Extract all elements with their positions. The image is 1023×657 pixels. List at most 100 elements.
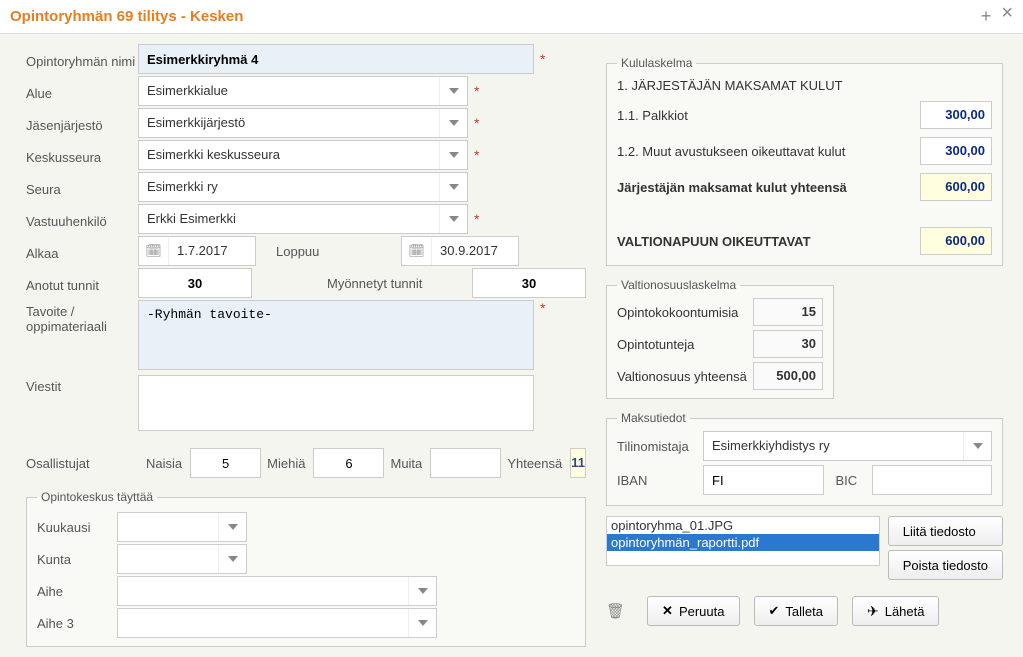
close-icon[interactable]	[1001, 6, 1013, 27]
responsible-dropdown[interactable]: Erkki Esimerkki	[138, 204, 468, 234]
save-label: Talleta	[785, 604, 823, 619]
account-owner-label: Tilinomistaja	[617, 439, 697, 454]
municipality-dropdown[interactable]	[117, 544, 247, 574]
other-eligible-label: 1.2. Muut avustukseen oikeuttavat kulut	[617, 144, 845, 159]
cancel-button[interactable]: Peruuta	[647, 596, 739, 626]
chevron-down-icon[interactable]	[218, 545, 246, 573]
required-mark: *	[474, 83, 479, 99]
central-assoc-label: Keskusseura	[26, 146, 138, 165]
chevron-down-icon[interactable]	[963, 432, 991, 460]
chevron-down-icon[interactable]	[439, 109, 467, 137]
state-aid-value: 600,00	[920, 227, 992, 255]
member-org-label: Jäsenjärjestö	[26, 114, 138, 133]
state-aid-label: VALTIONAPUUN OIKEUTTAVAT	[617, 234, 811, 249]
file-item[interactable]: opintoryhma_01.JPG	[607, 517, 879, 534]
meetings-label: Opintokokoontumisia	[617, 305, 738, 320]
central-assoc-value: Esimerkki keskusseura	[139, 141, 439, 169]
payment-legend: Maksutiedot	[617, 411, 690, 425]
requested-hours-input[interactable]	[138, 268, 252, 298]
chevron-down-icon[interactable]	[408, 577, 436, 605]
plane-icon	[867, 603, 879, 620]
chevron-down-icon[interactable]	[439, 205, 467, 233]
topic3-dropdown[interactable]	[117, 608, 437, 638]
central-assoc-dropdown[interactable]: Esimerkki keskusseura	[138, 140, 468, 170]
member-org-dropdown[interactable]: Esimerkkijärjestö	[138, 108, 468, 138]
org-total-label: Järjestäjän maksamat kulut yhteensä	[617, 180, 847, 195]
women-input[interactable]	[190, 448, 261, 478]
month-dropdown[interactable]	[117, 512, 247, 542]
other-input[interactable]	[430, 448, 501, 478]
group-name-label: Opintoryhmän nimi	[26, 50, 138, 69]
trash-icon[interactable]	[606, 602, 625, 620]
fees-value: 300,00	[920, 101, 992, 129]
topic3-label: Aihe 3	[37, 616, 117, 631]
fees-label: 1.1. Palkkiot	[617, 108, 688, 123]
bic-label: BIC	[836, 473, 866, 488]
topic-dropdown[interactable]	[117, 576, 437, 606]
state-share-total-value: 500,00	[753, 362, 823, 390]
check-icon	[769, 603, 780, 619]
chevron-down-icon[interactable]	[439, 173, 467, 201]
end-label: Loppuu	[256, 244, 401, 259]
other-eligible-value: 300,00	[920, 137, 992, 165]
cancel-label: Peruuta	[679, 604, 725, 619]
file-item[interactable]: opintoryhmän_raportti.pdf	[607, 534, 879, 551]
iban-input[interactable]	[703, 465, 824, 495]
state-share-legend: Valtionosuuslaskelma	[617, 278, 740, 292]
club-value: Esimerkki ry	[139, 173, 439, 201]
goal-textarea[interactable]	[138, 300, 534, 370]
costs-legend: Kululaskelma	[617, 56, 696, 70]
other-label: Muita	[390, 456, 422, 471]
responsible-value: Erkki Esimerkki	[139, 205, 439, 233]
file-list[interactable]: opintoryhma_01.JPG opintoryhmän_raportti…	[606, 516, 880, 566]
remove-file-button[interactable]: Poista tiedosto	[888, 550, 1003, 580]
start-date-picker[interactable]: 1.7.2017	[138, 236, 256, 266]
state-share-total-label: Valtionosuus yhteensä	[617, 369, 747, 384]
region-value: Esimerkkialue	[139, 77, 439, 105]
messages-textarea[interactable]	[138, 375, 534, 431]
men-input[interactable]	[313, 448, 384, 478]
month-label: Kuukausi	[37, 520, 117, 535]
required-mark: *	[540, 300, 545, 316]
end-date-picker[interactable]: 30.9.2017	[401, 236, 519, 266]
required-mark: *	[474, 211, 479, 227]
required-mark: *	[540, 51, 545, 67]
granted-hours-input[interactable]	[472, 268, 586, 298]
chevron-down-icon[interactable]	[439, 77, 467, 105]
chevron-down-icon[interactable]	[439, 141, 467, 169]
goal-label: Tavoite / oppimateriaali	[26, 300, 138, 334]
send-button[interactable]: Lähetä	[852, 596, 940, 626]
calendar-icon[interactable]	[139, 237, 169, 265]
hours-value: 30	[753, 330, 823, 358]
account-owner-value: Esimerkkiyhdistys ry	[704, 432, 963, 460]
maximize-icon[interactable]	[981, 6, 992, 27]
start-label: Alkaa	[26, 242, 138, 261]
club-label: Seura	[26, 178, 138, 197]
region-label: Alue	[26, 82, 138, 101]
group-name-input[interactable]	[138, 44, 534, 74]
requested-hours-label: Anotut tunnit	[26, 274, 138, 293]
org-total-value: 600,00	[920, 173, 992, 201]
required-mark: *	[474, 147, 479, 163]
responsible-label: Vastuuhenkilö	[26, 210, 138, 229]
total-label: Yhteensä	[507, 456, 562, 471]
total-value: 11	[570, 448, 586, 478]
window-title: Opintoryhmän 69 tilitys - Kesken	[10, 8, 243, 25]
chevron-down-icon[interactable]	[408, 609, 436, 637]
start-date-value: 1.7.2017	[169, 237, 255, 265]
chevron-down-icon[interactable]	[218, 513, 246, 541]
save-button[interactable]: Talleta	[754, 596, 838, 626]
calendar-icon[interactable]	[402, 237, 432, 265]
member-org-value: Esimerkkijärjestö	[139, 109, 439, 137]
state-share-fieldset: Valtionosuuslaskelma Opintokokoontumisia…	[606, 278, 834, 399]
topic-label: Aihe	[37, 584, 117, 599]
office-fieldset: Opintokeskus täyttää Kuukausi Kunta Aihe…	[26, 490, 586, 647]
granted-hours-label: Myönnetyt tunnit	[327, 276, 472, 291]
bic-input[interactable]	[872, 465, 993, 495]
account-owner-dropdown[interactable]: Esimerkkiyhdistys ry	[703, 431, 992, 461]
attach-file-button[interactable]: Liitä tiedosto	[888, 516, 1003, 546]
hours-label: Opintotunteja	[617, 337, 694, 352]
club-dropdown[interactable]: Esimerkki ry	[138, 172, 468, 202]
region-dropdown[interactable]: Esimerkkialue	[138, 76, 468, 106]
iban-label: IBAN	[617, 473, 697, 488]
